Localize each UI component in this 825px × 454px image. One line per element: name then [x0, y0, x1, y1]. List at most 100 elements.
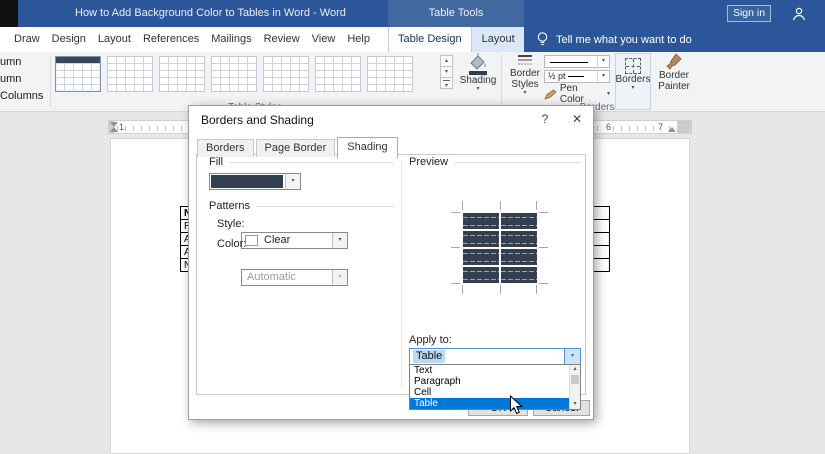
dropdown-option-table-selected[interactable]: Table	[410, 398, 569, 409]
table-cell[interactable]	[593, 258, 610, 272]
window-title: How to Add Background Color to Tables in…	[75, 7, 346, 19]
paint-bucket-icon	[470, 53, 486, 70]
apply-to-value: Table	[413, 350, 446, 363]
pen-style-line-preview	[550, 62, 588, 63]
panel-divider	[401, 160, 402, 388]
pattern-style-dropdown[interactable]: Clear ▾	[241, 232, 348, 249]
dialog-tabs: Borders Page Border Shading	[197, 137, 400, 158]
table-cell[interactable]	[593, 245, 610, 259]
table-cell[interactable]	[593, 206, 610, 220]
ribbon-tab-table-design-active[interactable]: Table Design	[388, 27, 472, 52]
ribbon-tab-review[interactable]: Review	[258, 27, 306, 52]
dialog-close-icon[interactable]: ✕	[563, 106, 591, 132]
tell-me-box[interactable]: Tell me what you want to do	[524, 27, 825, 52]
dialog-tab-page-border[interactable]: Page Border	[255, 139, 336, 157]
dialog-help-icon[interactable]: ?	[531, 106, 559, 132]
fill-color-dropdown[interactable]: ▾	[209, 173, 301, 190]
crop-mark	[539, 283, 548, 284]
gallery-more-icon[interactable]: ▾	[440, 77, 453, 89]
dropdown-scrollbar[interactable]: ▴ ▾	[569, 365, 580, 409]
mouse-cursor	[509, 394, 523, 420]
pattern-color-dropdown-icon: ▾	[332, 270, 347, 285]
shading-dropdown-icon: ▾	[476, 86, 480, 92]
preview-label: Preview	[409, 156, 449, 168]
pattern-color-dropdown[interactable]: Automatic ▾	[241, 269, 348, 286]
pen-weight-dropdown-icon: ▾	[597, 71, 609, 82]
border-styles-button[interactable]: Border Styles ▾	[506, 53, 544, 110]
dropdown-option-paragraph[interactable]: Paragraph	[410, 376, 569, 387]
gallery-scroll-buttons: ▴ ▾ ▾	[440, 55, 453, 89]
border-styles-label-2: Styles	[511, 79, 539, 90]
shading-label: Shading	[459, 75, 497, 86]
table-style-thumbnail[interactable]	[263, 56, 309, 92]
dropdown-option-cell[interactable]: Cell	[410, 387, 569, 398]
crop-mark	[451, 212, 460, 213]
style-option-fragment-2: umn	[0, 73, 22, 85]
ruler-number-1: 1	[118, 122, 126, 132]
crop-mark	[536, 285, 537, 294]
borders-label: Borders	[615, 74, 651, 85]
dialog-tab-shading[interactable]: Shading	[337, 137, 398, 158]
dialog-title: Borders and Shading	[201, 113, 314, 127]
scrollbar-thumb[interactable]	[571, 375, 579, 384]
border-painter-button[interactable]: Border Painter	[654, 53, 694, 110]
ribbon-tab-references[interactable]: References	[137, 27, 205, 52]
pen-weight-value: ½ pt	[548, 71, 566, 81]
border-painter-label-1: Border	[658, 70, 689, 81]
border-painter-label-2: Painter	[658, 81, 690, 92]
scrollbar-down-icon[interactable]: ▾	[570, 400, 580, 409]
table-style-thumbnail[interactable]	[315, 56, 361, 92]
left-indent-marker[interactable]	[110, 127, 118, 132]
border-styles-dropdown-icon: ▾	[523, 90, 527, 96]
crop-mark	[462, 201, 463, 210]
crop-mark	[500, 285, 501, 294]
table-style-thumbnail[interactable]	[159, 56, 205, 92]
table-style-thumbnail[interactable]	[367, 56, 413, 92]
apply-to-combobox[interactable]: Table ▾	[409, 348, 581, 365]
ribbon-content: umn umn Columns ▴ ▾ ▾ Shading ▾ Border S…	[0, 52, 825, 113]
pen-style-dropdown-icon: ▾	[597, 56, 609, 67]
ribbon-tab-view[interactable]: View	[306, 27, 342, 52]
pen-color-dropdown-icon: ▾	[606, 91, 610, 97]
table-cell[interactable]	[593, 219, 610, 233]
main-tabs: Draw Design Layout References Mailings R…	[8, 27, 376, 52]
group-separator	[50, 55, 51, 107]
shading-button[interactable]: Shading ▾	[458, 53, 498, 110]
lightbulb-icon	[537, 32, 548, 46]
pen-weight-dropdown[interactable]: ½ pt ▾	[544, 70, 610, 83]
ribbon-tab-layout[interactable]: Layout	[92, 27, 137, 52]
crop-mark	[539, 212, 548, 213]
table-style-thumbnail-selected[interactable]	[55, 56, 101, 92]
table-cell[interactable]	[593, 232, 610, 246]
share-person-icon[interactable]	[791, 6, 807, 27]
pen-color-button[interactable]: Pen Color ▾	[544, 83, 610, 105]
style-label: Style:	[217, 218, 245, 230]
borders-button[interactable]: Borders ▾	[615, 53, 651, 110]
sign-in-button[interactable]: Sign in	[727, 5, 771, 22]
right-indent-marker[interactable]	[668, 127, 676, 132]
table-style-thumbnail[interactable]	[211, 56, 257, 92]
brush-icon	[665, 53, 682, 70]
crop-mark	[536, 201, 537, 210]
ribbon-tab-help[interactable]: Help	[341, 27, 376, 52]
dialog-tab-borders[interactable]: Borders	[197, 139, 254, 157]
ribbon-tab-design[interactable]: Design	[46, 27, 92, 52]
pattern-color-value: Automatic	[247, 271, 296, 283]
ribbon-tab-row: Draw Design Layout References Mailings R…	[0, 27, 825, 52]
ribbon-tab-table-layout[interactable]: Layout	[472, 27, 525, 52]
color-label: Color:	[217, 238, 247, 250]
apply-to-dropdown-list: Text Paragraph Cell Table ▴ ▾	[409, 364, 581, 410]
tell-me-label: Tell me what you want to do	[556, 33, 692, 46]
pen-style-dropdown[interactable]: ▾	[544, 55, 610, 68]
crop-mark	[462, 285, 463, 294]
ribbon-tab-mailings[interactable]: Mailings	[205, 27, 257, 52]
ruler-number-7: 7	[657, 122, 665, 132]
dropdown-option-text[interactable]: Text	[410, 365, 569, 376]
ribbon-tab-draw[interactable]: Draw	[8, 27, 46, 52]
borders-dropdown-icon: ▾	[631, 85, 635, 91]
scrollbar-up-icon[interactable]: ▴	[570, 365, 580, 374]
table-tools-context-header: Table Tools	[388, 0, 524, 27]
document-table-right-edge[interactable]	[593, 206, 610, 272]
apply-to-dropdown-icon[interactable]: ▾	[564, 349, 580, 364]
table-style-thumbnail[interactable]	[107, 56, 153, 92]
